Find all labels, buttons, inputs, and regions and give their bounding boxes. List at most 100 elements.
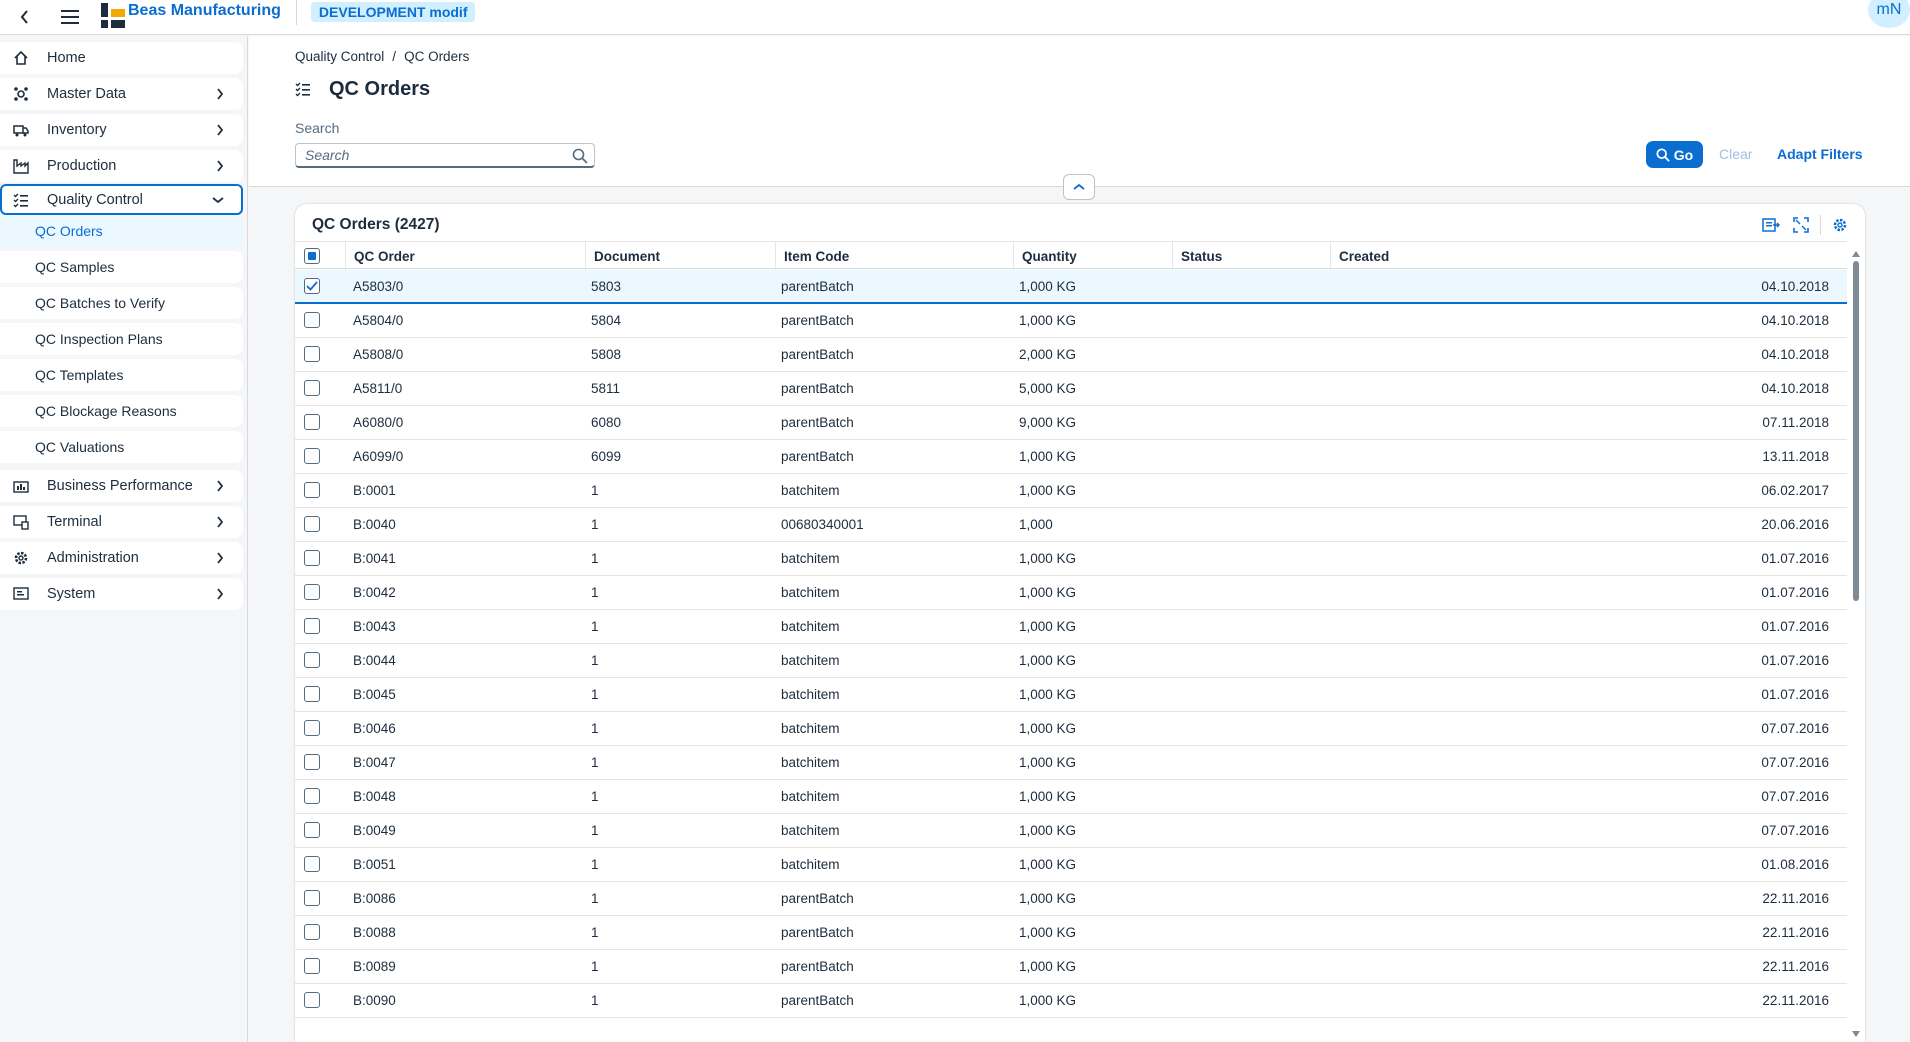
collapse-header-button[interactable] <box>1063 174 1095 200</box>
table-row[interactable]: A6080/0 6080 parentBatch 9,000 KG 07.11.2018 <box>295 406 1847 440</box>
column-header-qc-order[interactable]: QC Order <box>345 242 585 270</box>
row-select-checkbox[interactable] <box>304 482 320 498</box>
go-button[interactable]: Go <box>1646 141 1703 168</box>
table-row[interactable]: A5811/0 5811 parentBatch 5,000 KG 04.10.2018 <box>295 372 1847 406</box>
row-select-checkbox[interactable] <box>304 516 320 532</box>
row-select-checkbox[interactable] <box>304 890 320 906</box>
table-row[interactable]: B:0089 1 parentBatch 1,000 KG 22.11.2016 <box>295 950 1847 984</box>
row-select-checkbox[interactable] <box>304 958 320 974</box>
row-select-checkbox[interactable] <box>304 346 320 362</box>
menu-button[interactable] <box>58 10 82 24</box>
table-row[interactable]: B:0086 1 parentBatch 1,000 KG 22.11.2016 <box>295 882 1847 916</box>
search-input[interactable] <box>305 147 565 163</box>
back-button[interactable] <box>14 10 36 24</box>
table-row[interactable]: B:0049 1 batchitem 1,000 KG 07.07.2016 <box>295 814 1847 848</box>
table-row[interactable]: B:0042 1 batchitem 1,000 KG 01.07.2016 <box>295 576 1847 610</box>
cell-item-code: batchitem <box>781 755 840 770</box>
table-row[interactable]: B:0047 1 batchitem 1,000 KG 07.07.2016 <box>295 746 1847 780</box>
table-row[interactable]: A5803/0 5803 parentBatch 1,000 KG 04.10.2018 <box>295 270 1847 304</box>
table-row[interactable]: B:0051 1 batchitem 1,000 KG 01.08.2016 <box>295 848 1847 882</box>
table-row[interactable]: B:0048 1 batchitem 1,000 KG 07.07.2016 <box>295 780 1847 814</box>
cell-created: 01.08.2016 <box>1761 857 1829 872</box>
clear-button[interactable]: Clear <box>1719 146 1752 162</box>
table-row[interactable]: B:0090 1 parentBatch 1,000 KG 22.11.2016 <box>295 984 1847 1018</box>
row-select-checkbox[interactable] <box>304 618 320 634</box>
row-select-checkbox[interactable] <box>304 686 320 702</box>
nav-item-system[interactable]: System <box>0 578 243 610</box>
adapt-filters-button[interactable]: Adapt Filters <box>1777 146 1863 162</box>
row-select-checkbox[interactable] <box>304 720 320 736</box>
table-row[interactable]: B:0044 1 batchitem 1,000 KG 01.07.2016 <box>295 644 1847 678</box>
row-select-checkbox[interactable] <box>304 380 320 396</box>
fullscreen-button[interactable] <box>1786 212 1816 238</box>
table-row[interactable]: A5804/0 5804 parentBatch 1,000 KG 04.10.2018 <box>295 304 1847 338</box>
table-row[interactable]: B:0046 1 batchitem 1,000 KG 07.07.2016 <box>295 712 1847 746</box>
table-row[interactable]: B:0001 1 batchitem 1,000 KG 06.02.2017 <box>295 474 1847 508</box>
app-brand[interactable]: Beas Manufacturing <box>128 2 281 20</box>
column-header-created[interactable]: Created <box>1330 242 1847 270</box>
row-select-checkbox[interactable] <box>304 788 320 804</box>
row-select-checkbox[interactable] <box>304 278 320 294</box>
select-all-checkbox[interactable] <box>304 248 320 264</box>
row-select-checkbox[interactable] <box>304 822 320 838</box>
table-row[interactable]: A6099/0 6099 parentBatch 1,000 KG 13.11.2018 <box>295 440 1847 474</box>
nav-subitem-qc-blockage-reasons[interactable]: QC Blockage Reasons <box>0 395 243 427</box>
table-settings-button[interactable] <box>1825 212 1855 238</box>
scrollbar-thumb[interactable] <box>1853 261 1859 601</box>
nav-item-quality-control[interactable]: Quality Control <box>0 184 243 215</box>
row-select-checkbox[interactable] <box>304 448 320 464</box>
column-header-document[interactable]: Document <box>585 242 775 270</box>
qc-orders-table-panel: QC Orders (2427) QC Order Document Item … <box>295 204 1865 1042</box>
cell-created: 04.10.2018 <box>1761 347 1829 362</box>
cell-document: 1 <box>591 925 599 940</box>
nav-item-label: Inventory <box>47 122 107 138</box>
row-select-checkbox[interactable] <box>304 414 320 430</box>
breadcrumb-link-quality-control[interactable]: Quality Control <box>295 49 384 64</box>
export-icon <box>1762 218 1780 232</box>
row-select-checkbox[interactable] <box>304 312 320 328</box>
table-scrollbar[interactable] <box>1851 249 1861 1039</box>
gear-icon <box>12 549 30 567</box>
nav-subitem-qc-batches-to-verify[interactable]: QC Batches to Verify <box>0 287 243 319</box>
nav-subitem-qc-samples[interactable]: QC Samples <box>0 251 243 283</box>
nav-item-inventory[interactable]: Inventory <box>0 114 243 146</box>
table-row[interactable]: B:0043 1 batchitem 1,000 KG 01.07.2016 <box>295 610 1847 644</box>
nav-subitem-qc-templates[interactable]: QC Templates <box>0 359 243 391</box>
table-row[interactable]: A5808/0 5808 parentBatch 2,000 KG 04.10.2018 <box>295 338 1847 372</box>
cell-quantity: 1,000 KG <box>1019 857 1077 872</box>
nav-item-home[interactable]: Home <box>0 42 243 74</box>
column-header-quantity[interactable]: Quantity <box>1013 242 1172 270</box>
row-select-checkbox[interactable] <box>304 992 320 1008</box>
user-avatar[interactable]: mN <box>1868 0 1910 28</box>
cell-document: 1 <box>591 891 599 906</box>
nav-item-business-performance[interactable]: Business Performance <box>0 470 243 502</box>
nav-item-master-data[interactable]: Master Data <box>0 78 243 110</box>
nav-item-administration[interactable]: Administration <box>0 542 243 574</box>
row-select-checkbox[interactable] <box>304 584 320 600</box>
cell-created: 13.11.2018 <box>1762 449 1829 464</box>
row-select-checkbox[interactable] <box>304 856 320 872</box>
nav-subitem-qc-valuations[interactable]: QC Valuations <box>0 431 243 463</box>
scroll-up-arrow[interactable] <box>1851 249 1861 259</box>
column-header-item-code[interactable]: Item Code <box>775 242 1013 270</box>
search-icon[interactable] <box>572 148 588 164</box>
table-row[interactable]: B:0045 1 batchitem 1,000 KG 01.07.2016 <box>295 678 1847 712</box>
nav-subitem-qc-inspection-plans[interactable]: QC Inspection Plans <box>0 323 243 355</box>
nav-item-production[interactable]: Production <box>0 150 243 182</box>
scroll-down-arrow[interactable] <box>1851 1029 1861 1039</box>
table-row[interactable]: B:0041 1 batchitem 1,000 KG 01.07.2016 <box>295 542 1847 576</box>
cell-created: 04.10.2018 <box>1761 381 1829 396</box>
cell-quantity: 1,000 KG <box>1019 483 1077 498</box>
nav-subitem-qc-orders[interactable]: QC Orders <box>0 215 243 247</box>
row-select-checkbox[interactable] <box>304 652 320 668</box>
home-icon <box>12 49 30 67</box>
row-select-checkbox[interactable] <box>304 754 320 770</box>
export-button[interactable] <box>1756 212 1786 238</box>
table-row[interactable]: B:0088 1 parentBatch 1,000 KG 22.11.2016 <box>295 916 1847 950</box>
table-row[interactable]: B:0040 1 00680340001 1,000 20.06.2016 <box>295 508 1847 542</box>
row-select-checkbox[interactable] <box>304 550 320 566</box>
row-select-checkbox[interactable] <box>304 924 320 940</box>
cell-qc-order: B:0043 <box>353 619 396 634</box>
column-header-status[interactable]: Status <box>1172 242 1330 270</box>
nav-item-terminal[interactable]: Terminal <box>0 506 243 538</box>
